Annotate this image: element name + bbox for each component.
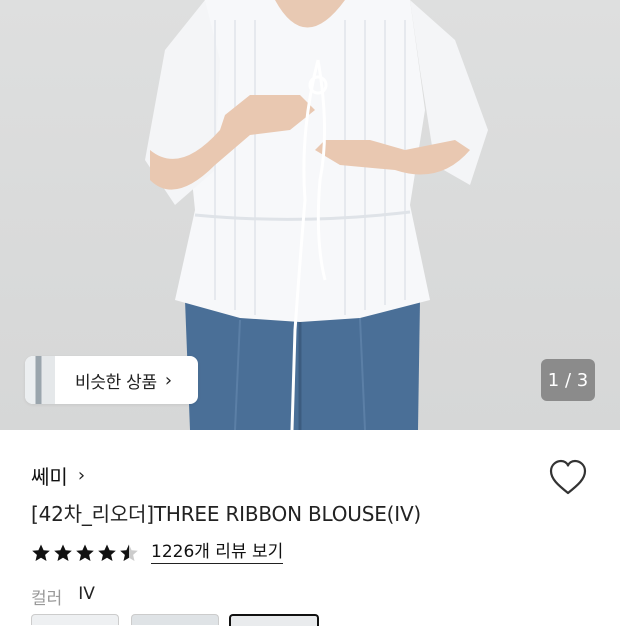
chevron-right-icon: › [77, 465, 86, 486]
rating-row: 1226개 리뷰 보기 [31, 541, 284, 565]
product-image-carousel[interactable]: 비슷한 상품 › 1 / 3 [0, 0, 620, 430]
star-icon [54, 544, 72, 561]
star-icon [32, 544, 50, 561]
heart-icon[interactable] [548, 459, 588, 497]
color-option-row: 컬러 IV [31, 584, 95, 609]
star-icon [76, 544, 94, 561]
brand-name: 쎄미 [31, 465, 68, 489]
similar-product-thumbnail [25, 356, 55, 404]
image-counter: 1 / 3 [541, 359, 595, 401]
star-rating [31, 543, 141, 563]
half-star-icon [120, 544, 138, 561]
chevron-right-icon: › [164, 369, 173, 391]
color-option-value: IV [78, 584, 95, 604]
star-icon [98, 544, 116, 561]
color-swatch-selected[interactable] [229, 614, 319, 626]
review-link[interactable]: 1226개 리뷰 보기 [151, 542, 284, 564]
similar-products-label: 비슷한 상품 [75, 372, 157, 393]
similar-products-button[interactable]: 비슷한 상품 › [25, 356, 198, 404]
color-option-label: 컬러 [31, 589, 63, 609]
brand-link[interactable]: 쎄미 › [31, 461, 85, 490]
product-title: [42차_리오더]THREE RIBBON BLOUSE(IV) [31, 502, 422, 526]
